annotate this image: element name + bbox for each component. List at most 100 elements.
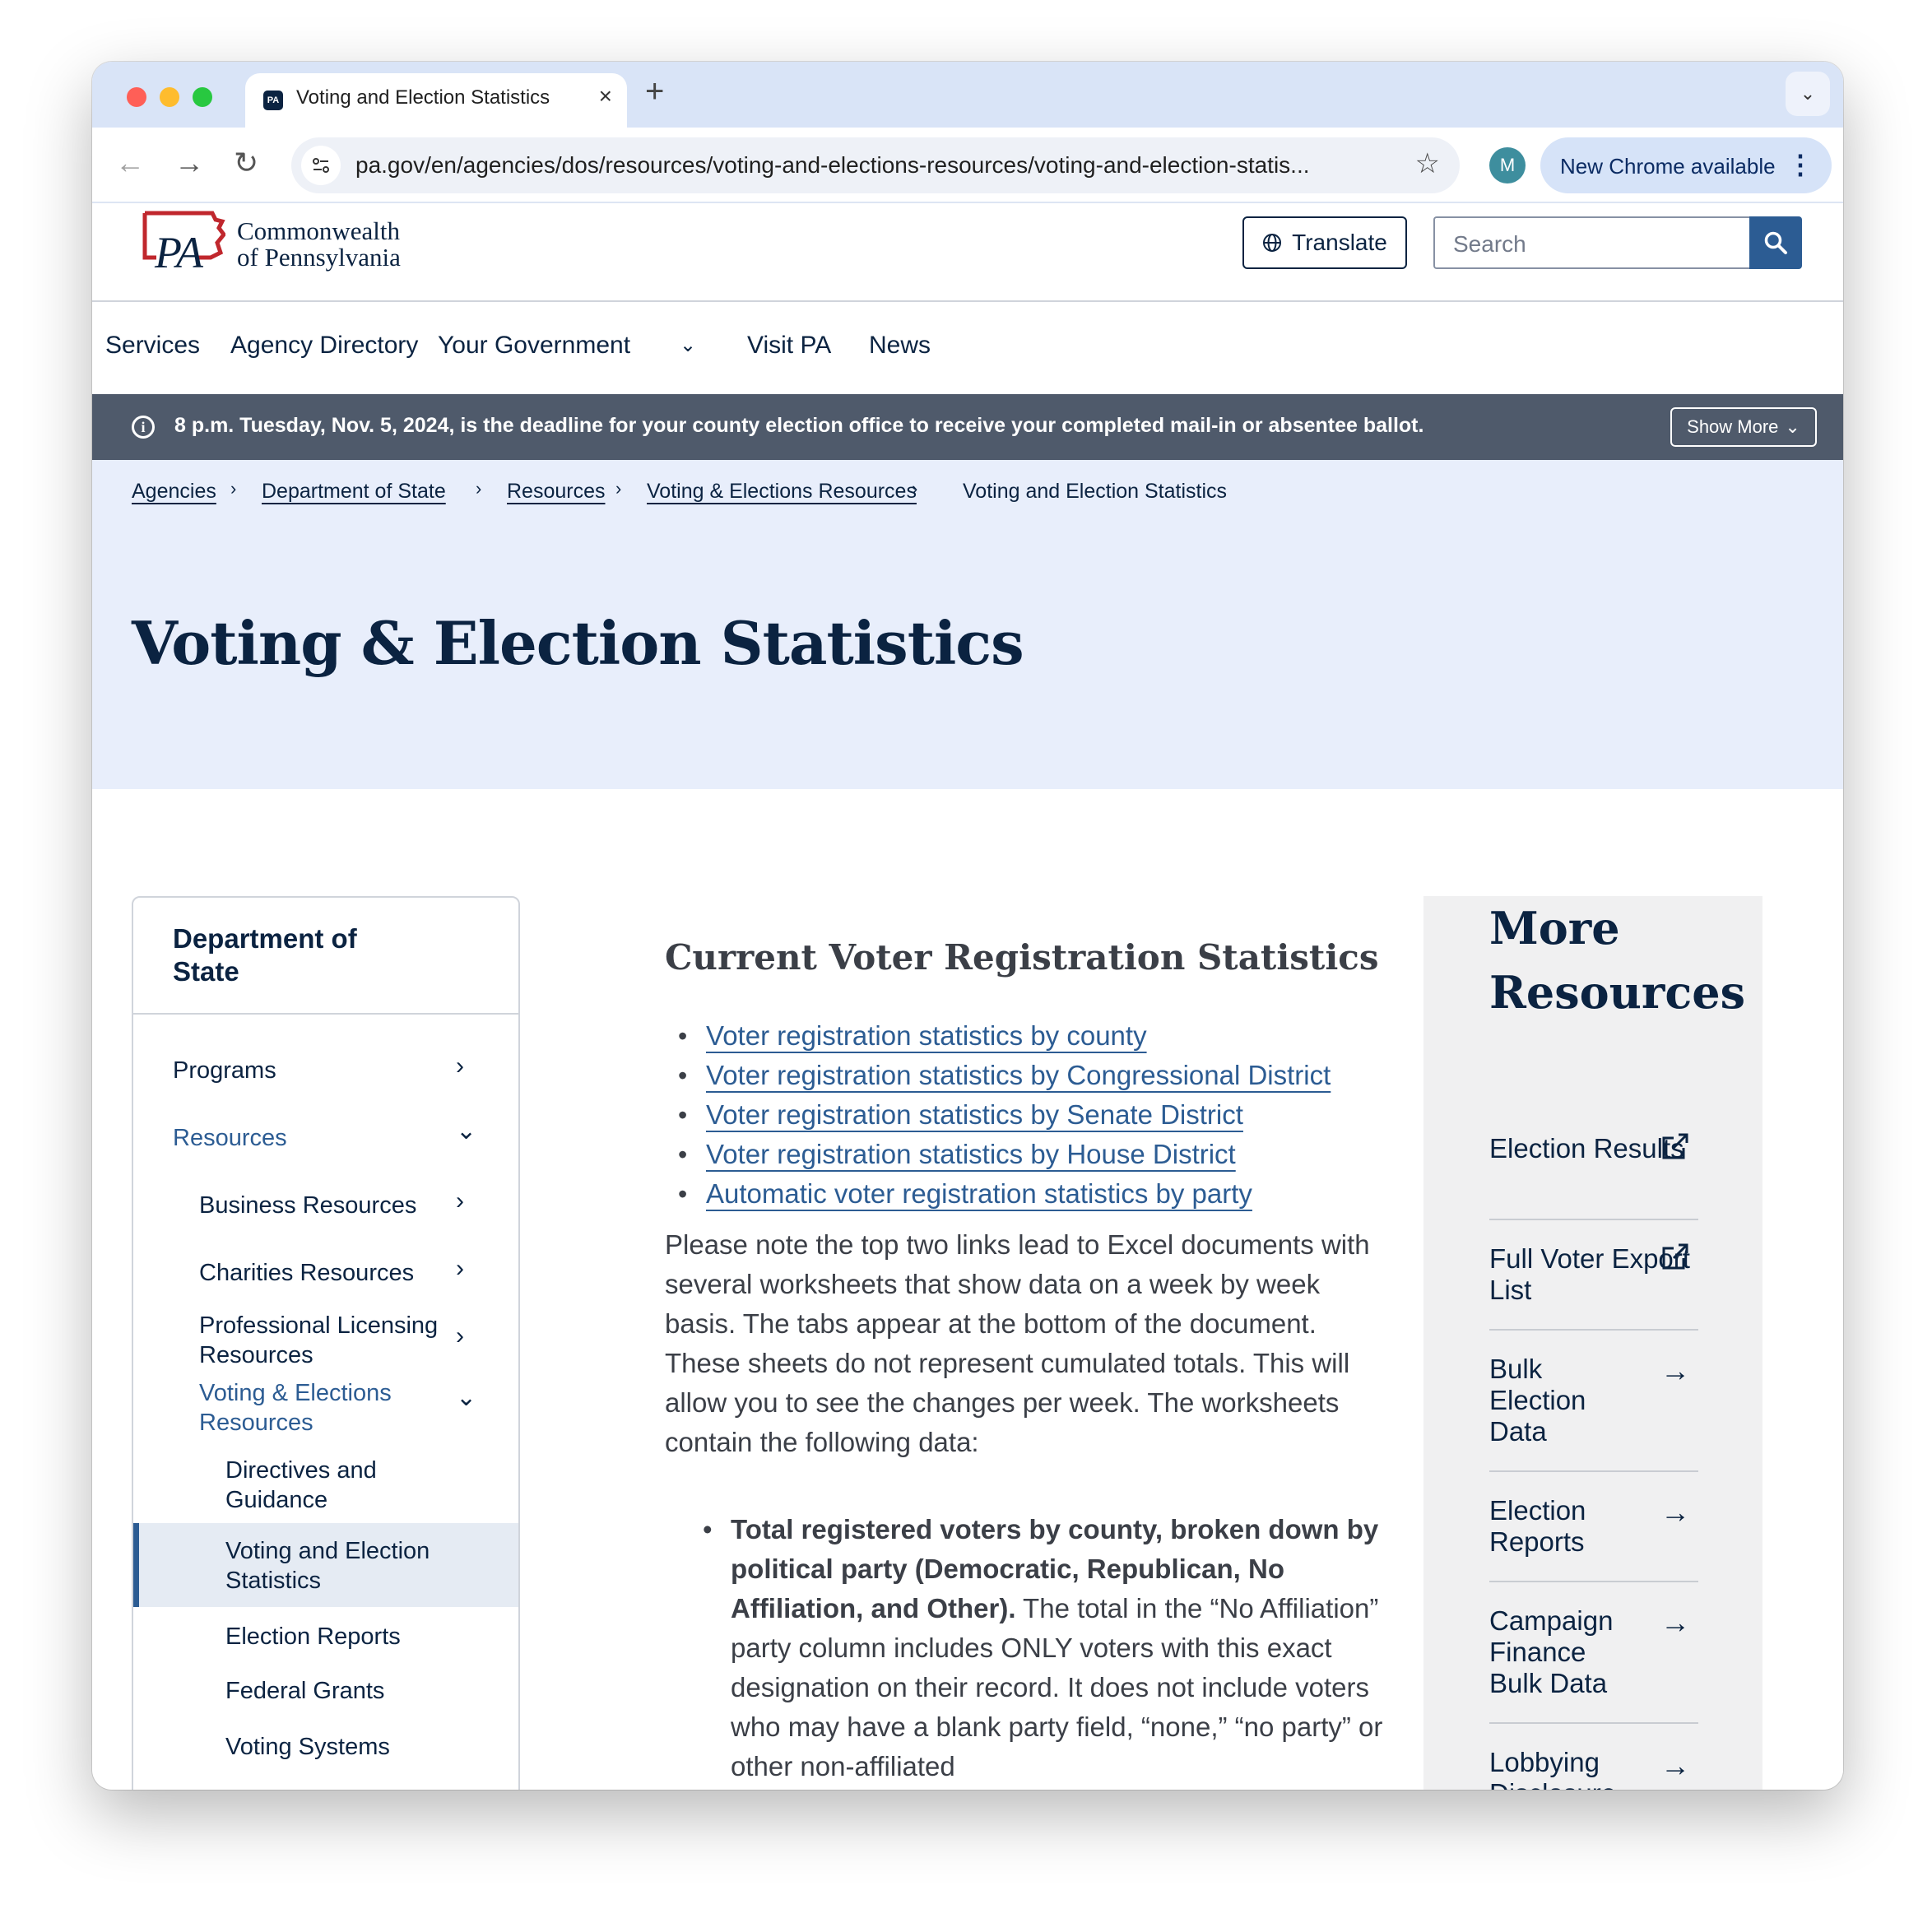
sidebar-item-professional-licensing[interactable]: Professional Licensing Resources bbox=[199, 1311, 454, 1370]
sidebar-item-voting-elections-resources[interactable]: Voting & Elections Resources bbox=[199, 1378, 430, 1438]
nav-visit-pa[interactable]: Visit PA bbox=[747, 332, 831, 360]
sidebar-item-election-reports[interactable]: Election Reports bbox=[225, 1622, 401, 1651]
chevron-down-icon[interactable]: ⌄ bbox=[456, 1117, 476, 1145]
reload-icon[interactable]: ↻ bbox=[234, 146, 258, 180]
list-item: Voter registration statistics by Congres… bbox=[678, 1059, 1414, 1098]
svg-text:PA: PA bbox=[154, 228, 204, 276]
logo-text: Commonwealth of Pennsylvania bbox=[237, 218, 401, 271]
chevron-right-icon: › bbox=[912, 478, 918, 499]
pa-logo[interactable]: PA Commonwealth of Pennsylvania bbox=[140, 210, 436, 279]
profile-avatar[interactable]: M bbox=[1489, 147, 1526, 183]
main-nav: Services Agency Directory Your Governmen… bbox=[92, 302, 1843, 394]
sidebar-divider bbox=[133, 1013, 518, 1015]
breadcrumb-department-of-state[interactable]: Department of State bbox=[262, 480, 446, 504]
link-congressional[interactable]: Voter registration statistics by Congres… bbox=[706, 1060, 1331, 1090]
external-link-icon[interactable] bbox=[1660, 1242, 1690, 1279]
sidebar-item-federal-grants[interactable]: Federal Grants bbox=[225, 1676, 384, 1706]
info-icon: i bbox=[132, 416, 155, 439]
nav-agency-directory[interactable]: Agency Directory bbox=[230, 332, 418, 360]
back-arrow-icon[interactable]: ← bbox=[115, 146, 145, 180]
browser-tab[interactable]: PA Voting and Election Statistics × bbox=[245, 73, 627, 128]
chevron-right-icon[interactable]: › bbox=[456, 1187, 464, 1215]
link-automatic-party[interactable]: Automatic voter registration statistics … bbox=[706, 1178, 1252, 1209]
new-chrome-available-button[interactable]: New Chrome available ⋮ bbox=[1540, 137, 1832, 193]
sidebar-item-voting-election-statistics[interactable]: Voting and Election Statistics bbox=[225, 1536, 456, 1595]
chevron-right-icon[interactable]: › bbox=[456, 1255, 464, 1283]
resource-lobbying-disclosure[interactable]: Lobbying Disclosure bbox=[1489, 1747, 1637, 1790]
close-window-button[interactable] bbox=[127, 87, 146, 107]
sidebar-item-directives-guidance[interactable]: Directives and Guidance bbox=[225, 1456, 439, 1515]
description-paragraph: Please note the top two links lead to Ex… bbox=[665, 1229, 1370, 1457]
resource-divider bbox=[1489, 1722, 1698, 1724]
breadcrumb-agencies[interactable]: Agencies bbox=[132, 480, 216, 504]
search-placeholder: Search bbox=[1453, 231, 1526, 257]
search-input[interactable]: Search bbox=[1433, 216, 1749, 269]
tab-strip: PA Voting and Election Statistics × + ⌄ bbox=[92, 62, 1843, 128]
forward-arrow-icon[interactable]: → bbox=[174, 146, 204, 180]
sidebar-nav: Department of State Programs › Resources… bbox=[132, 896, 520, 1790]
chevron-down-icon: ⌄ bbox=[1785, 416, 1800, 437]
globe-icon bbox=[1263, 234, 1282, 252]
link-senate[interactable]: Voter registration statistics by Senate … bbox=[706, 1099, 1243, 1130]
translate-label: Translate bbox=[1292, 230, 1387, 255]
tab-search-chevron-icon[interactable]: ⌄ bbox=[1786, 72, 1830, 116]
arrow-right-icon[interactable]: → bbox=[1660, 1495, 1690, 1530]
tab-close-icon[interactable]: × bbox=[599, 83, 612, 109]
nav-your-government[interactable]: Your Government bbox=[438, 332, 630, 360]
resource-election-reports[interactable]: Election Reports bbox=[1489, 1495, 1637, 1558]
address-bar[interactable]: pa.gov/en/agencies/dos/resources/voting-… bbox=[291, 137, 1460, 193]
site-info-icon[interactable] bbox=[301, 146, 341, 185]
chevron-right-icon[interactable]: › bbox=[456, 1052, 464, 1080]
page-title: Voting & Election Statistics bbox=[132, 608, 1024, 678]
chevron-right-icon: › bbox=[615, 478, 622, 499]
breadcrumb-resources[interactable]: Resources bbox=[507, 480, 606, 504]
resource-divider bbox=[1489, 1329, 1698, 1331]
arrow-right-icon[interactable]: → bbox=[1660, 1605, 1690, 1640]
logo-line-2: of Pennsylvania bbox=[237, 243, 401, 272]
sidebar-item-voting-systems[interactable]: Voting Systems bbox=[225, 1732, 390, 1762]
sidebar-item-programs[interactable]: Programs bbox=[173, 1056, 276, 1085]
arrow-right-icon[interactable]: → bbox=[1660, 1354, 1690, 1388]
sidebar-item-charities-resources[interactable]: Charities Resources bbox=[199, 1258, 414, 1288]
url-text[interactable]: pa.gov/en/agencies/dos/resources/voting-… bbox=[355, 152, 1392, 179]
pa-logo-icon: PA bbox=[142, 211, 225, 276]
section-title: Current Voter Registration Statistics bbox=[665, 937, 1379, 978]
sidebar-item-business-resources[interactable]: Business Resources bbox=[199, 1191, 416, 1220]
chevron-down-icon[interactable]: ⌄ bbox=[680, 333, 696, 357]
list-item: Voter registration statistics by county bbox=[678, 1020, 1414, 1059]
arrow-right-icon[interactable]: → bbox=[1660, 1749, 1690, 1783]
external-link-icon[interactable] bbox=[1660, 1131, 1690, 1168]
chevron-down-icon[interactable]: ⌄ bbox=[456, 1383, 476, 1412]
page-hero: Agencies › Department of State › Resourc… bbox=[92, 460, 1843, 789]
link-county[interactable]: Voter registration statistics by county bbox=[706, 1020, 1147, 1051]
sidebar-heading[interactable]: Department of State bbox=[173, 922, 420, 988]
breadcrumb-current: Voting and Election Statistics bbox=[963, 480, 1228, 503]
resource-divider bbox=[1489, 1470, 1698, 1472]
pa-favicon-icon: PA bbox=[263, 91, 283, 110]
translate-button[interactable]: Translate bbox=[1242, 216, 1407, 269]
nav-news[interactable]: News bbox=[869, 332, 931, 360]
maximize-window-button[interactable] bbox=[193, 87, 212, 107]
sidebar-item-resources[interactable]: Resources bbox=[173, 1123, 287, 1153]
resource-bulk-election-data[interactable]: Bulk Election Data bbox=[1489, 1354, 1637, 1447]
minimize-window-button[interactable] bbox=[160, 87, 179, 107]
search-button[interactable] bbox=[1749, 216, 1802, 269]
resource-campaign-finance[interactable]: Campaign Finance Bulk Data bbox=[1489, 1605, 1637, 1699]
chevron-right-icon[interactable]: › bbox=[456, 1322, 464, 1350]
more-resources-panel: More Resources Election Results Full Vot… bbox=[1423, 896, 1762, 1790]
browser-toolbar: ← → ↻ pa.gov/en/agencies/dos/resources/v… bbox=[92, 128, 1843, 203]
browser-window: PA Voting and Election Statistics × + ⌄ … bbox=[92, 62, 1843, 1790]
list-item: Voter registration statistics by Senate … bbox=[678, 1098, 1414, 1138]
link-house[interactable]: Voter registration statistics by House D… bbox=[706, 1139, 1236, 1169]
list-item: Automatic voter registration statistics … bbox=[678, 1177, 1414, 1217]
new-tab-icon[interactable]: + bbox=[645, 73, 664, 110]
show-more-label: Show More bbox=[1687, 416, 1779, 437]
show-more-button[interactable]: Show More ⌄ bbox=[1670, 407, 1817, 447]
nav-services[interactable]: Services bbox=[105, 332, 200, 360]
statistics-link-list: Voter registration statistics by county … bbox=[678, 1020, 1414, 1217]
search-icon bbox=[1764, 231, 1787, 254]
breadcrumb-voting-elections-resources[interactable]: Voting & Elections Resources bbox=[647, 480, 917, 504]
more-menu-icon[interactable]: ⋮ bbox=[1787, 149, 1814, 180]
tab-title: Voting and Election Statistics bbox=[296, 86, 550, 109]
bookmark-star-icon[interactable]: ☆ bbox=[1415, 147, 1440, 180]
